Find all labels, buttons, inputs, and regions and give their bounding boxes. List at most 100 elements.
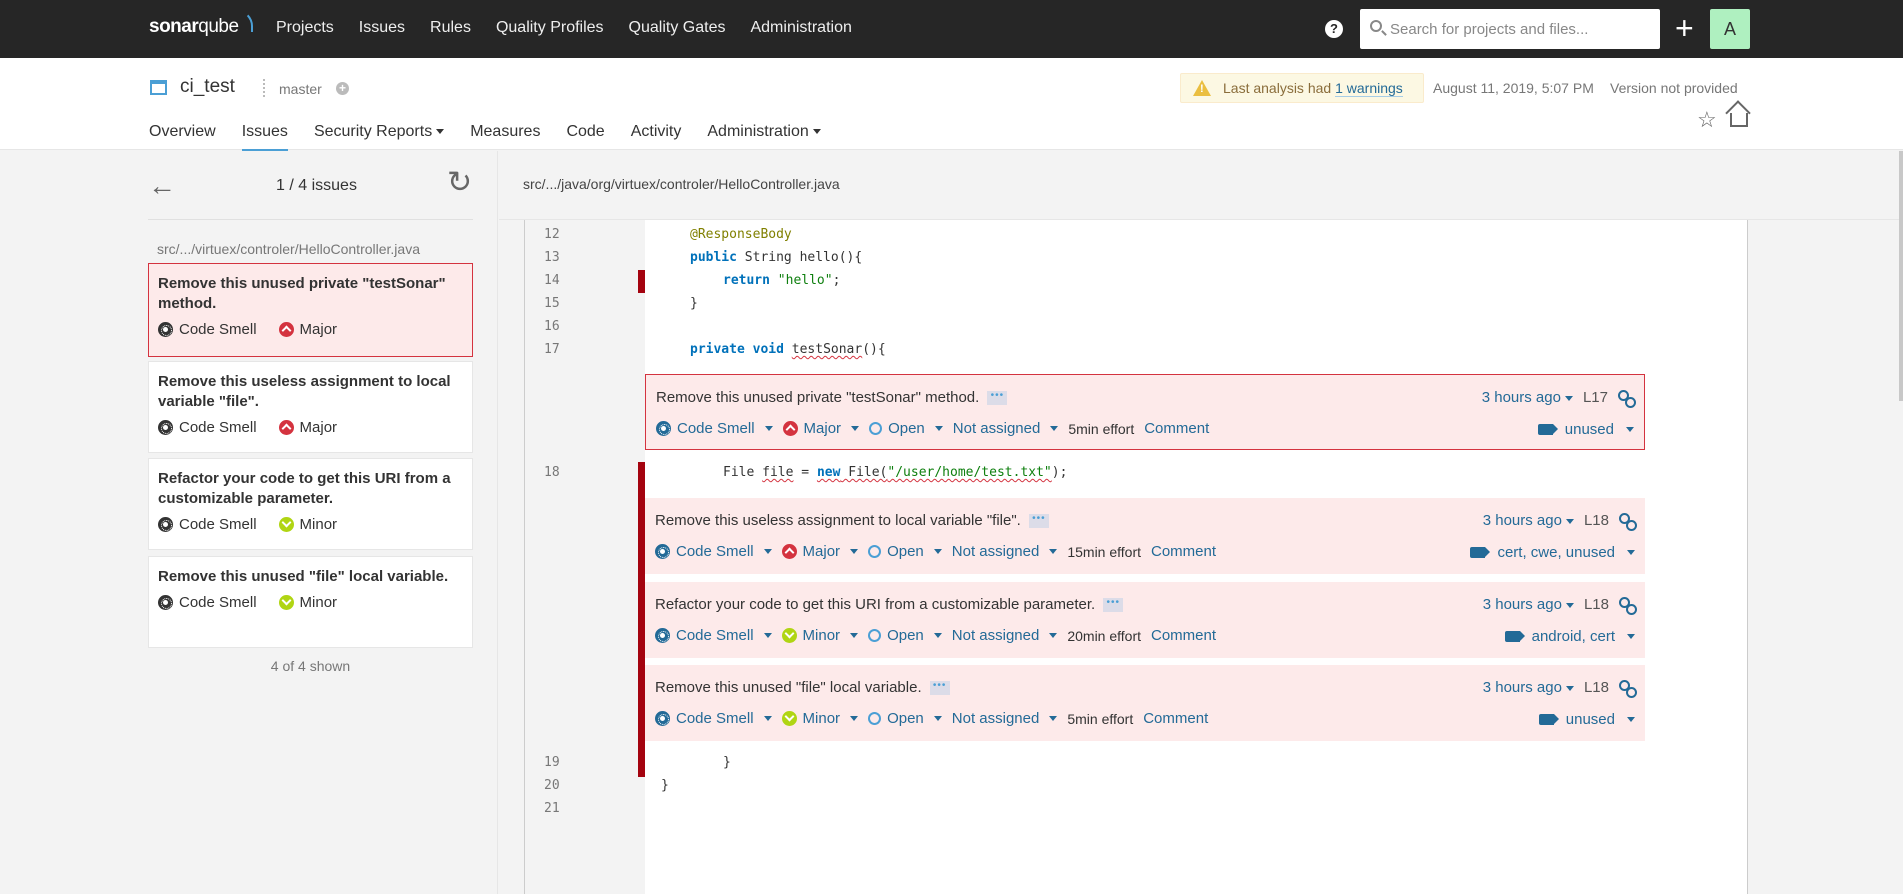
method-name-flagged[interactable]: testSonar [792,342,862,357]
branch-name[interactable]: master [279,81,322,97]
line-number[interactable]: 21 [544,801,560,816]
tab-code[interactable]: Code [566,123,604,152]
issue-effort: 15min effort [1067,543,1141,560]
project-name[interactable]: ci_test [180,76,235,98]
line-number[interactable]: 14 [544,273,560,288]
minor-severity-icon [278,595,294,610]
issue-list-item[interactable]: Refactor your code to get this URI from … [148,458,473,550]
page-scrollbar[interactable] [1899,151,1903,401]
issue-date-dropdown[interactable]: 3 hours ago [1483,596,1574,613]
issue-box[interactable]: Refactor your code to get this URI from … [645,582,1645,658]
global-search[interactable] [1360,9,1660,49]
code-line-17: private void testSonar(){ [690,342,886,357]
comment-link[interactable]: Comment [1144,420,1209,437]
issue-tags-dropdown[interactable]: unused [1537,421,1634,438]
issue-type-dropdown[interactable]: Code Smell [655,710,772,727]
caret-down-icon [1565,602,1574,608]
issue-type-dropdown[interactable]: Code Smell [656,420,773,437]
more-options-button[interactable]: ••• [1103,597,1124,612]
issue-severity-dropdown[interactable]: Major [782,420,860,437]
search-input[interactable] [1390,9,1652,49]
issue-assignee-dropdown[interactable]: Not assigned [952,543,1058,560]
favorite-star-icon[interactable]: ☆ [1697,109,1717,131]
issue-status-dropdown[interactable]: Open [868,710,942,727]
issue-date-dropdown[interactable]: 3 hours ago [1483,512,1574,529]
line-number[interactable]: 13 [544,250,560,265]
more-options-button[interactable]: ••• [929,680,950,695]
issue-message[interactable]: Remove this unused "file" local variable… [655,679,922,696]
reload-icon[interactable]: ↻ [447,168,472,198]
issue-type-dropdown[interactable]: Code Smell [655,543,772,560]
permalink-icon[interactable] [1618,389,1636,408]
issue-type-dropdown[interactable]: Code Smell [655,627,772,644]
issue-assignee-dropdown[interactable]: Not assigned [953,420,1059,437]
issue-tags-dropdown[interactable]: cert, cwe, unused [1470,544,1635,561]
tab-overview[interactable]: Overview [149,123,216,152]
issue-severity-dropdown[interactable]: Minor [781,627,859,644]
issue-status-dropdown[interactable]: Open [868,543,942,560]
issue-message[interactable]: Refactor your code to get this URI from … [655,596,1095,613]
line-number[interactable]: 17 [544,342,560,357]
issue-message[interactable]: Remove this unused private "testSonar" m… [656,389,979,406]
issue-location-marker[interactable] [638,270,645,293]
warnings-link[interactable]: 1 warnings [1335,80,1403,97]
issue-effort: 20min effort [1067,627,1141,644]
nav-issues[interactable]: Issues [359,19,405,37]
line-number[interactable]: 12 [544,227,560,242]
tab-activity[interactable]: Activity [631,123,682,152]
issue-list-item[interactable]: Remove this unused "file" local variable… [148,556,473,648]
tab-issues[interactable]: Issues [241,123,288,152]
permalink-icon[interactable] [1619,596,1637,615]
issue-date-dropdown[interactable]: 3 hours ago [1483,679,1574,696]
back-arrow-icon[interactable]: ← [148,172,176,200]
more-options-button[interactable]: ••• [1028,513,1049,528]
line-number[interactable]: 20 [544,778,560,793]
issue-assignee-dropdown[interactable]: Not assigned [952,627,1058,644]
nav-quality-profiles[interactable]: Quality Profiles [496,19,604,37]
tab-security-reports[interactable]: Security Reports [314,123,445,152]
issue-message[interactable]: Remove this useless assignment to local … [655,512,1021,529]
permalink-icon[interactable] [1619,679,1637,698]
variable-flagged[interactable]: file [762,465,793,480]
permalink-icon[interactable] [1619,512,1637,531]
user-avatar[interactable]: A [1710,9,1750,49]
issue-date: 3 hours ago [1482,596,1562,613]
line-number[interactable]: 19 [544,755,560,770]
issue-severity-label: Minor [299,516,338,533]
nav-projects[interactable]: Projects [276,19,334,37]
create-plus-icon[interactable]: + [1675,10,1694,46]
tab-administration[interactable]: Administration [707,123,821,152]
issue-severity-dropdown[interactable]: Minor [781,710,859,727]
issue-box[interactable]: Remove this unused "file" local variable… [645,665,1645,741]
issue-box[interactable]: Remove this useless assignment to local … [645,498,1645,574]
issue-date-dropdown[interactable]: 3 hours ago [1482,389,1573,406]
tab-measures[interactable]: Measures [470,123,540,152]
comment-link[interactable]: Comment [1143,710,1208,727]
issue-list-item[interactable]: Remove this unused private "testSonar" m… [148,263,473,357]
issue-assignee-dropdown[interactable]: Not assigned [952,710,1058,727]
more-options-button[interactable]: ••• [987,390,1008,405]
issue-tags-dropdown[interactable]: android, cert [1504,628,1635,645]
help-icon[interactable]: ? [1325,20,1343,38]
branch-add-icon[interactable]: + [336,82,349,95]
issue-box[interactable]: Remove this unused private "testSonar" m… [645,374,1645,450]
line-number[interactable]: 16 [544,319,560,334]
issue-location-marker[interactable] [638,462,645,777]
issue-status-dropdown[interactable]: Open [868,627,942,644]
nav-administration[interactable]: Administration [750,19,851,37]
line-number[interactable]: 18 [544,465,560,480]
issue-severity-dropdown[interactable]: Major [781,543,859,560]
line-number[interactable]: 15 [544,296,560,311]
caret-down-icon [1626,427,1634,432]
sonarqube-logo[interactable]: sonarqube [149,10,253,38]
issue-status-dropdown[interactable]: Open [869,420,943,437]
comment-link[interactable]: Comment [1151,543,1216,560]
issue-list-item[interactable]: Remove this useless assignment to local … [148,361,473,453]
home-icon[interactable] [1730,113,1748,127]
nav-rules[interactable]: Rules [430,19,471,37]
nav-quality-gates[interactable]: Quality Gates [629,19,726,37]
comment-link[interactable]: Comment [1151,627,1216,644]
issue-tags-dropdown[interactable]: unused [1538,711,1635,728]
file-path[interactable]: src/.../java/org/virtuex/controler/Hello… [523,176,840,192]
major-severity-icon [278,322,294,337]
